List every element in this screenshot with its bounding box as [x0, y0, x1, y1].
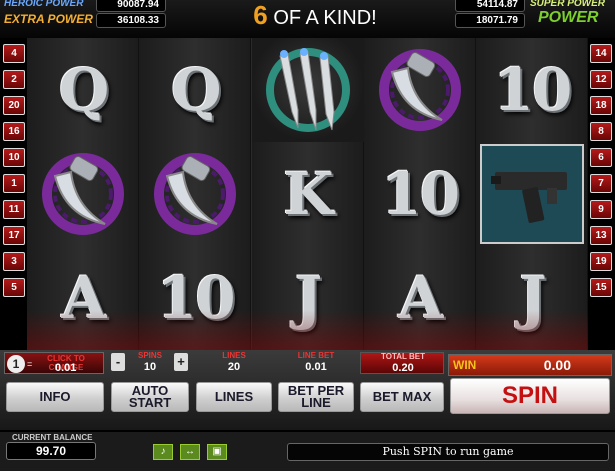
- bet-per-line-label-2: LINE: [301, 395, 331, 410]
- card-10-symbol: 10: [364, 142, 476, 246]
- card-J-symbol: J: [476, 246, 588, 350]
- payline-3[interactable]: 3: [3, 252, 25, 271]
- payline-11[interactable]: 11: [3, 200, 25, 219]
- jackpot-value-heroic: 90087.94: [96, 0, 166, 12]
- line-bet-value: 0.01: [305, 361, 327, 373]
- blade-ring-symbol: [364, 38, 476, 142]
- payline-8[interactable]: 8: [590, 122, 612, 141]
- win-value: 0.00: [543, 357, 571, 373]
- auto-start-label-2: START: [128, 395, 172, 410]
- spins-label: SPINS: [137, 351, 162, 360]
- jackpot-value-super: 54114.87: [455, 0, 525, 12]
- sound-icon[interactable]: ♪: [153, 444, 173, 460]
- card-K-symbol: K: [252, 142, 364, 246]
- darts-symbol: [251, 38, 364, 142]
- payline-1[interactable]: 1: [3, 174, 25, 193]
- line-bet-label: LINE BET: [297, 351, 335, 360]
- jackpot-value-extra: 36108.33: [96, 13, 166, 28]
- card-10-symbol: 10: [139, 246, 251, 350]
- payline-19[interactable]: 19: [590, 252, 612, 271]
- card-Q-symbol: Q: [139, 38, 251, 142]
- game-message: Push SPIN to run game: [287, 443, 609, 461]
- jackpot-label-heroic: HEROIC POWER: [4, 0, 84, 9]
- win-headline: 6 OF A KIND!: [230, 2, 400, 31]
- bet-max-button[interactable]: BET MAX: [360, 382, 444, 412]
- coin-value: 0.01: [55, 362, 77, 374]
- payline-indicators-right: 14 12 18 8 6 7 9 13 19 15: [590, 44, 612, 304]
- win-display: WIN 0.00: [448, 354, 612, 376]
- total-bet-box: TOTAL BET 0.20: [360, 352, 444, 374]
- lines-label: LINES: [222, 351, 246, 360]
- payline-5[interactable]: 5: [3, 278, 25, 297]
- symbol-label: Q: [58, 56, 110, 124]
- spin-button[interactable]: SPIN: [450, 378, 610, 414]
- payline-9[interactable]: 9: [590, 200, 612, 219]
- spins-value: 10: [143, 361, 157, 373]
- pistol-symbol: [480, 144, 584, 244]
- payline-16[interactable]: 16: [3, 122, 25, 141]
- symbol-label: A: [398, 264, 443, 332]
- auto-start-button[interactable]: AUTO START: [111, 382, 189, 412]
- spins-plus-button[interactable]: +: [174, 353, 188, 371]
- card-Q-symbol: Q: [27, 38, 139, 142]
- jackpot-value-power: 18071.79: [455, 13, 525, 28]
- bet-per-line-button[interactable]: BET PER LINE: [278, 382, 354, 412]
- reel-3: KJ: [251, 38, 364, 350]
- win-label: WIN: [453, 358, 477, 372]
- symbol-label: J: [519, 264, 546, 332]
- card-A-symbol: A: [364, 246, 476, 350]
- symbol-label: K: [283, 160, 333, 228]
- reel-1: QA: [27, 38, 139, 350]
- reel-5: 10 J: [476, 38, 588, 350]
- jackpot-label-power: POWER: [538, 9, 599, 26]
- lines-button[interactable]: LINES: [196, 382, 272, 412]
- spins-minus-button[interactable]: -: [111, 353, 125, 371]
- payline-13[interactable]: 13: [590, 226, 612, 245]
- lines-value: 20: [227, 361, 241, 373]
- payline-2[interactable]: 2: [3, 70, 25, 89]
- fullscreen-icon[interactable]: ↔: [180, 444, 200, 460]
- payline-17[interactable]: 17: [3, 226, 25, 245]
- blade-ring-symbol: [27, 142, 139, 246]
- balance-label: CURRENT BALANCE: [12, 433, 93, 442]
- headline-text: OF A KIND!: [273, 7, 377, 29]
- balance-value: 99.70: [6, 442, 96, 460]
- payline-6[interactable]: 6: [590, 148, 612, 167]
- total-bet-value: 0.20: [392, 362, 414, 374]
- info-button[interactable]: INFO: [6, 382, 104, 412]
- payline-4[interactable]: 4: [3, 44, 25, 63]
- reel-area: Q A Q 10 K J 10 A 10 J: [27, 38, 588, 350]
- total-bet-label: TOTAL BET: [381, 352, 425, 361]
- symbol-label: 10: [156, 264, 236, 332]
- headline-count: 6: [253, 0, 268, 30]
- symbol-label: 10: [381, 160, 460, 228]
- payline-indicators-left: 4 2 20 16 10 1 11 17 3 5: [3, 44, 25, 304]
- payline-14[interactable]: 14: [590, 44, 612, 63]
- card-J-symbol: J: [252, 246, 364, 350]
- coin-icon: 1: [7, 355, 25, 373]
- payline-7[interactable]: 7: [590, 174, 612, 193]
- symbol-label: Q: [170, 56, 222, 124]
- payline-12[interactable]: 12: [590, 70, 612, 89]
- reel-4: 10 A: [363, 38, 476, 350]
- payline-10[interactable]: 10: [3, 148, 25, 167]
- reel-2: Q 10: [139, 38, 252, 350]
- payline-18[interactable]: 18: [590, 96, 612, 115]
- settings-icon[interactable]: ▣: [207, 444, 227, 460]
- jackpot-label-extra: EXTRA POWER: [4, 12, 93, 26]
- status-bar: CURRENT BALANCE 99.70 ♪ ↔ ▣ Push SPIN to…: [0, 432, 615, 471]
- top-bar: HEROIC POWER 90087.94 EXTRA POWER 36108.…: [0, 0, 615, 38]
- card-10-symbol: 10: [476, 38, 588, 142]
- blade-ring-symbol: [139, 142, 251, 246]
- coin-value-selector[interactable]: 1 = CLICK TO CHANGE 0.01: [4, 352, 104, 374]
- symbol-label: A: [61, 264, 106, 332]
- symbol-label: J: [294, 264, 322, 332]
- card-A-symbol: A: [27, 246, 139, 350]
- payline-15[interactable]: 15: [590, 278, 612, 297]
- payline-20[interactable]: 20: [3, 96, 25, 115]
- symbol-label: 10: [493, 56, 573, 124]
